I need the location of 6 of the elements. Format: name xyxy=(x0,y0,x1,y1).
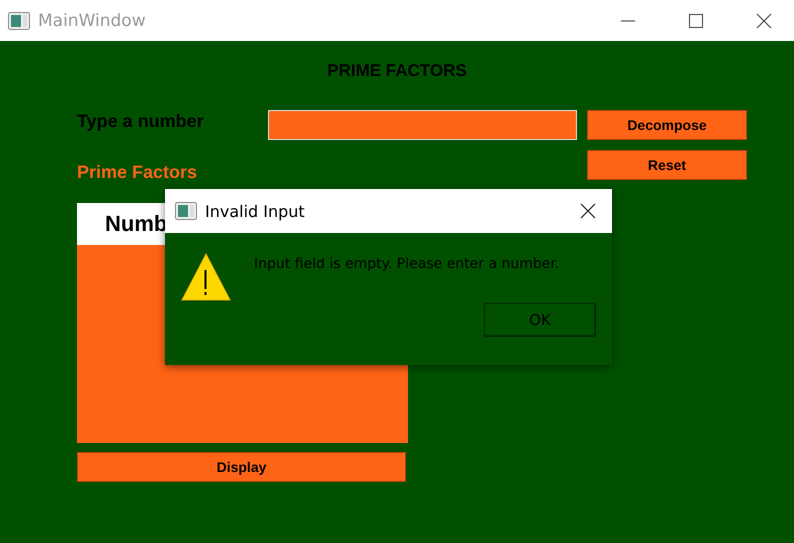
window-title: MainWindow xyxy=(38,10,146,30)
prime-factors-label: Prime Factors xyxy=(77,161,198,183)
page-heading: PRIME FACTORS xyxy=(326,61,468,82)
dialog-title: Invalid Input xyxy=(205,202,305,220)
dialog-message: Input field is empty. Please enter a number. xyxy=(254,256,560,272)
number-label: Type a number xyxy=(77,110,205,132)
